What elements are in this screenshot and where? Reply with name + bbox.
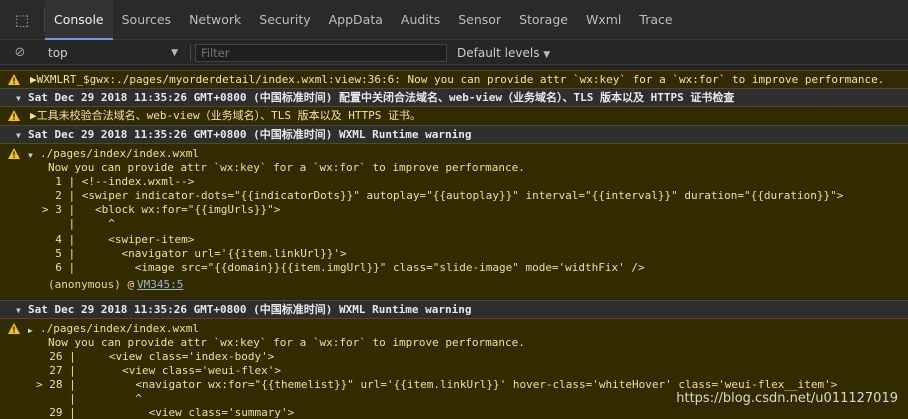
tab-trace[interactable]: Trace [630,0,681,40]
code-line: 26 | <view class='index-body'> [36,350,275,363]
tab-sensor[interactable]: Sensor [449,0,510,40]
warning-message: Now you can provide attr `wx:key` for a … [48,336,525,349]
console-group-header[interactable]: ▼ Sat Dec 29 2018 11:35:26 GMT+0800 (中国标… [0,300,908,318]
warning-icon [8,323,20,334]
warning-icon [8,110,20,121]
group-title: Sat Dec 29 2018 11:35:26 GMT+0800 (中国标准时… [28,91,735,104]
clear-console-icon[interactable]: ⊘ [0,45,40,60]
warning-message: Now you can provide attr `wx:key` for a … [48,161,525,174]
warning-file-path: ./pages/index/index.wxml [40,322,199,335]
expand-triangle-icon[interactable]: ▼ [16,92,21,106]
log-levels-selector[interactable]: Default levels ▼ [457,46,550,60]
filter-input[interactable] [195,43,447,62]
expand-triangle-icon[interactable]: ▼ [16,129,21,143]
caret-down-icon: ▼ [171,47,178,58]
group-title: Sat Dec 29 2018 11:35:26 GMT+0800 (中国标准时… [28,128,472,141]
tab-sources[interactable]: Sources [113,0,180,40]
console-warning-block[interactable]: ▼ ./pages/index/index.wxml Now you can p… [0,143,908,299]
console-warning-row[interactable]: ▶WXMLRT_$gwx:./pages/myorderdetail/index… [0,70,908,88]
caret-down-icon: ▼ [543,49,551,60]
warning-icon [8,148,20,159]
console-group-header[interactable]: ▼ Sat Dec 29 2018 11:35:26 GMT+0800 (中国标… [0,88,908,106]
code-line: 2 | <swiper indicator-dots="{{indicatorD… [42,189,844,202]
code-line-highlight: > 28 | <navigator wx:for="{{themelist}}"… [36,378,838,391]
inspect-element-icon[interactable]: ⬚ [0,0,44,40]
tab-appdata[interactable]: AppData [320,0,392,40]
tab-network[interactable]: Network [180,0,250,40]
warning-icon [8,74,20,85]
console-group-header[interactable]: ▼ Sat Dec 29 2018 11:35:26 GMT+0800 (中国标… [0,125,908,143]
tab-console[interactable]: Console [45,0,113,40]
console-output: ▶WXMLRT_$gwx:./pages/myorderdetail/index… [0,66,908,419]
code-caret-line: | ^ [36,392,142,405]
watermark-text: https://blog.csdn.net/u011127019 [676,391,898,406]
warning-file-path: ./pages/index/index.wxml [40,147,199,160]
code-caret-line: | ^ [42,217,115,230]
tab-security[interactable]: Security [250,0,319,40]
source-link[interactable]: VM345:5 [137,278,183,292]
console-warning-row[interactable]: ▶工具未校验合法域名、web-view（业务域名）、TLS 版本以及 HTTPS… [0,106,908,125]
tab-storage[interactable]: Storage [510,0,577,40]
log-levels-label: Default levels [457,45,540,60]
code-line: 4 | <swiper-item> [42,233,195,246]
code-line: 5 | <navigator url='{{item.linkUrl}}'> [42,247,347,260]
code-line: 1 | <!--index.wxml--> [42,175,195,188]
divider [190,44,191,61]
context-selector[interactable]: top ▼ [40,46,186,60]
expand-triangle-icon[interactable]: ▼ [16,304,21,318]
code-line: 6 | <image src="{{domain}}{{item.imgUrl}… [42,261,645,274]
tab-audits[interactable]: Audits [392,0,449,40]
stack-frame-label: (anonymous) @ [48,278,141,291]
warning-text: ▶WXMLRT_$gwx:./pages/myorderdetail/index… [30,73,885,86]
devtools-tabbar: ⬚ Console Sources Network Security AppDa… [0,0,908,40]
group-title: Sat Dec 29 2018 11:35:26 GMT+0800 (中国标准时… [28,303,472,316]
warning-text: ▶工具未校验合法域名、web-view（业务域名）、TLS 版本以及 HTTPS… [30,109,421,122]
code-line: 29 | <view class='summary'> [36,406,295,419]
expand-triangle-icon[interactable]: ▼ [28,149,33,163]
console-toolbar: ⊘ top ▼ Default levels ▼ [0,41,908,65]
tab-wxml[interactable]: Wxml [577,0,630,40]
context-value: top [48,45,68,60]
expand-triangle-icon[interactable]: ▶ [28,324,33,338]
code-line: 27 | <view class='weui-flex'> [36,364,282,377]
code-line-highlight: > 3 | <block wx:for="{{imgUrls}}"> [42,203,281,216]
